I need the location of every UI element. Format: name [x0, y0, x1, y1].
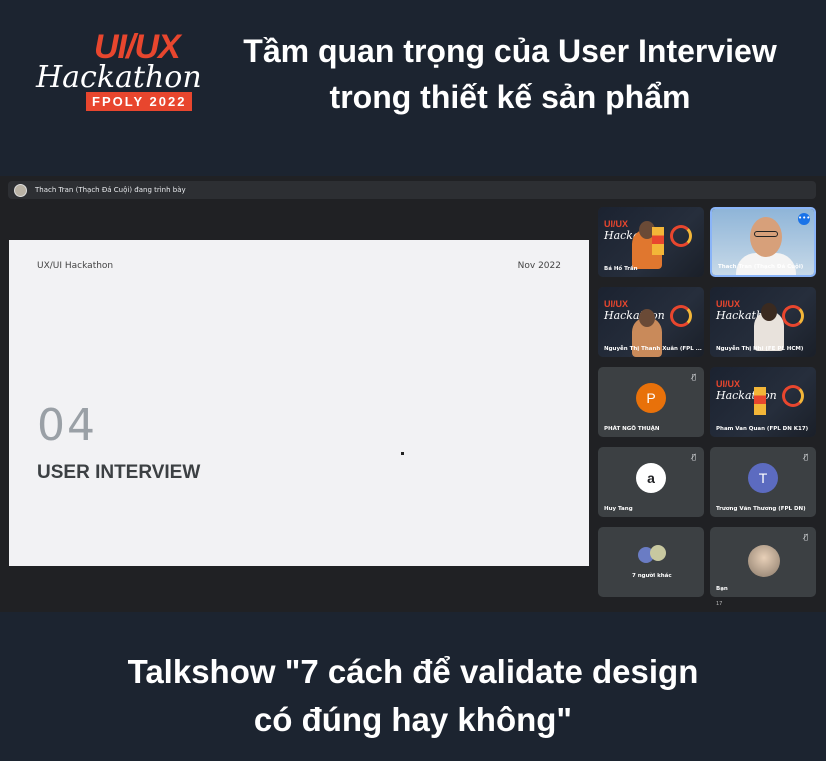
- tile-dial: [670, 305, 692, 327]
- hackathon-logo: UI/UX Hackathon FPOLY 2022: [36, 26, 202, 116]
- participant-tile[interactable]: UI/UXHackathon Bá Hồ Trần: [598, 207, 704, 277]
- others-tile[interactable]: 7 người khác: [598, 527, 704, 597]
- headline: Tầm quan trọng của User Interview trong …: [200, 28, 820, 120]
- participant-name: Thach Tran (Thạch Đá Cuội): [718, 264, 804, 270]
- participant-name: PHÁT NGÔ THUẬN: [604, 426, 660, 432]
- participant-tile[interactable]: 🎙̸ P PHÁT NGÔ THUẬN: [598, 367, 704, 437]
- caption-line-1: Talkshow "7 cách để validate design: [127, 653, 699, 690]
- tile-dial: [782, 385, 804, 407]
- participant-name: Bạn: [716, 586, 728, 592]
- participant-name: Nguyễn Thị Thanh Xuân (FPL ...: [604, 346, 702, 352]
- slide-section-number: 04: [37, 400, 97, 451]
- participant-tile[interactable]: UI/UX Hackathon Nguyễn Thị Nhi (FE PL HCM…: [710, 287, 816, 357]
- slide-date: Nov 2022: [517, 261, 561, 271]
- participant-avatar: P: [636, 383, 666, 413]
- mic-muted-icon: 🎙̸: [803, 533, 808, 541]
- meeting-window: Thach Tran (Thạch Đá Cuội) đang trình bà…: [0, 176, 826, 612]
- talkshow-caption: Talkshow "7 cách để validate design có đ…: [0, 648, 826, 744]
- participant-tile[interactable]: 🎙̸ a Huy Tang: [598, 447, 704, 517]
- participant-name: Huy Tang: [604, 506, 633, 512]
- presenter-text: Thach Tran (Thạch Đá Cuội) đang trình bà…: [35, 186, 186, 194]
- participant-name: Nguyễn Thị Nhi (FE PL HCM): [716, 346, 804, 352]
- self-video: [748, 545, 780, 577]
- headline-line-1: Tầm quan trọng của User Interview: [243, 33, 777, 69]
- logo-year-badge: FPOLY 2022: [86, 92, 193, 111]
- others-count-label: 7 người khác: [632, 573, 672, 579]
- tile-dial: [782, 305, 804, 327]
- mic-muted-icon: 🎙̸: [691, 373, 696, 381]
- participant-avatar: a: [636, 463, 666, 493]
- slide-title: USER INTERVIEW: [37, 462, 201, 483]
- mic-muted-icon: 🎙̸: [803, 453, 808, 461]
- slide-brand: UX/UI Hackathon: [37, 261, 114, 271]
- shared-slide: UX/UI Hackathon Nov 2022 04 USER INTERVI…: [9, 240, 589, 566]
- participant-name: Bá Hồ Trần: [604, 266, 638, 272]
- caption-line-2: có đúng hay không": [253, 701, 573, 738]
- participant-video: [754, 303, 784, 351]
- participant-tile[interactable]: 🎙̸ T Trương Văn Thương (FPL DN): [710, 447, 816, 517]
- participant-name: Trương Văn Thương (FPL DN): [716, 506, 806, 512]
- participant-tile[interactable]: UI/UX Hackathon Nguyễn Thị Thanh Xuân (FP…: [598, 287, 704, 357]
- presenter-bar: Thach Tran (Thạch Đá Cuội) đang trình bà…: [8, 181, 816, 199]
- tile-logo: UI/UXHackathon: [716, 379, 777, 402]
- more-options-icon[interactable]: •••: [798, 213, 810, 225]
- tile-logo: UI/UXHackathon: [604, 299, 665, 322]
- presenter-avatar: [14, 183, 27, 197]
- group-avatar-icon: [650, 545, 666, 561]
- mic-muted-icon: 🎙̸: [691, 453, 696, 461]
- participant-tile[interactable]: UI/UX Hackathon Pham Van Quan (FPL DN K17…: [710, 367, 816, 437]
- tile-chart: [754, 387, 766, 415]
- group-avatars: [638, 545, 668, 563]
- camera-person-glasses: [754, 231, 778, 237]
- camera-person-head: [750, 217, 782, 257]
- participant-avatar: T: [748, 463, 778, 493]
- tile-dial: [670, 225, 692, 247]
- participant-tile-active-speaker[interactable]: ••• Thach Tran (Thạch Đá Cuội): [710, 207, 816, 277]
- self-tile[interactable]: 🎙̸ Bạn: [710, 527, 816, 597]
- headline-line-2: trong thiết kế sản phẩm: [329, 79, 691, 115]
- logo-hackathon-text: Hackathon: [36, 60, 202, 95]
- participant-count: 17: [716, 601, 723, 607]
- tile-chart: [652, 227, 664, 255]
- participant-name: Pham Van Quan (FPL DN K17): [716, 426, 809, 432]
- mouse-cursor: [401, 452, 404, 455]
